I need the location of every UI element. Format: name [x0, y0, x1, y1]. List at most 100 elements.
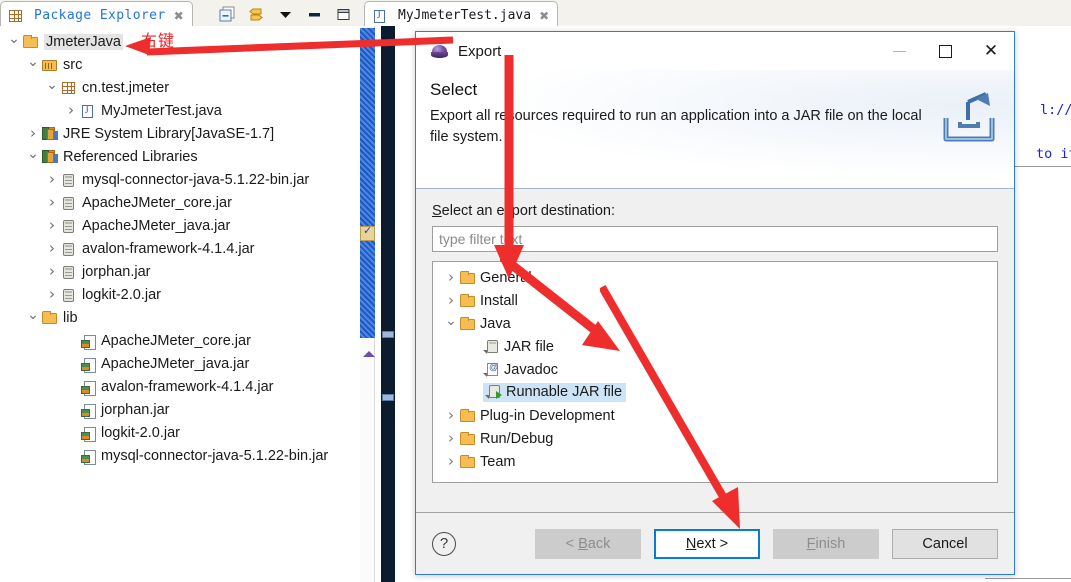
finish-button[interactable]: Finish [773, 528, 879, 559]
export-tree-item-javadoc[interactable]: Javadoc [437, 358, 995, 381]
tree-item-logkit-2-0-jar[interactable]: logkit-2.0.jar [0, 421, 345, 444]
chevron-down-icon[interactable] [25, 311, 41, 325]
export-tree-item-run-debug[interactable]: Run/Debug [437, 427, 995, 450]
tab-package-explorer-label: Package Explorer [34, 8, 166, 23]
dialog-heading: Select [430, 80, 478, 99]
tree-item-src[interactable]: src [0, 53, 345, 76]
next-button[interactable]: Next > [654, 528, 760, 559]
tree-item-logkit-2-0-jar[interactable]: logkit-2.0.jar [0, 283, 345, 306]
next-button-label: Next > [685, 535, 729, 552]
jar-icon [60, 172, 78, 188]
folder-icon [459, 408, 477, 424]
maximize-icon[interactable] [335, 6, 352, 23]
chevron-right-icon[interactable] [63, 103, 79, 118]
tree-item-jorphan-jar[interactable]: jorphan.jar [0, 260, 345, 283]
link-with-editor-icon[interactable] [248, 6, 265, 23]
chevron-down-icon[interactable] [44, 81, 60, 95]
help-button[interactable]: ? [432, 531, 456, 556]
tree-item-cn-test-jmeter[interactable]: cn.test.jmeter [0, 76, 345, 99]
chevron-down-icon[interactable] [6, 35, 22, 49]
export-tree-item-label: Team [480, 453, 516, 470]
chevron-right-icon[interactable] [443, 454, 459, 469]
export-dialog: Export ✕ Select Export all resources req… [415, 31, 1015, 575]
back-button[interactable]: < Back [535, 528, 641, 559]
tree-item-content: Team [459, 454, 515, 470]
close-icon[interactable]: ✖ [174, 9, 184, 23]
chevron-right-icon[interactable] [443, 270, 459, 285]
tree-item-avalon-framework-4-1-4-jar[interactable]: avalon-framework-4.1.4.jar [0, 237, 345, 260]
tab-myjmetertest-java-label: MyJmeterTest.java [398, 8, 532, 23]
tree-item-content: Run/Debug [459, 431, 553, 447]
tree-item-avalon-framework-4-1-4-jar[interactable]: avalon-framework-4.1.4.jar [0, 375, 345, 398]
close-button[interactable]: ✕ [968, 32, 1014, 70]
tab-package-explorer[interactable]: Package Explorer ✖ [0, 1, 193, 26]
jar-icon [60, 218, 78, 234]
export-tree-item-java[interactable]: Java [437, 312, 995, 335]
dialog-footer: ? < Back Next > Finish Cancel [416, 512, 1014, 574]
chevron-down-icon[interactable] [25, 150, 41, 164]
tree-item-apachejmeter-java-jar[interactable]: ApacheJMeter_java.jar [0, 352, 345, 375]
folder-icon [459, 454, 477, 470]
export-destination-tree[interactable]: General Install Java JAR file Javadoc Runnabl… [432, 261, 998, 483]
tree-item-myjmetertest-java[interactable]: MyJmeterTest.java [0, 99, 345, 122]
package-explorer-tree[interactable]: JmeterJava src cn.test.jmeter MyJmeterTest.… [0, 26, 345, 582]
folder-icon [459, 316, 477, 332]
export-tree-item-jar-file[interactable]: JAR file [437, 335, 995, 358]
chevron-right-icon[interactable] [443, 293, 459, 308]
chevron-right-icon[interactable] [44, 264, 60, 279]
minimize-button[interactable] [876, 32, 922, 70]
chevron-down-icon[interactable] [25, 58, 41, 72]
tree-item-apachejmeter-core-jar[interactable]: ApacheJMeter_core.jar [0, 191, 345, 214]
editor-overview-ruler[interactable] [381, 26, 395, 582]
library-icon [41, 149, 59, 165]
dialog-titlebar[interactable]: Export ✕ [416, 32, 1014, 70]
export-tree-item-plug-in-development[interactable]: Plug-in Development [437, 404, 995, 427]
editor-task-marker-icon [360, 224, 375, 241]
filter-input[interactable]: type filter text [432, 226, 998, 252]
collapse-all-icon[interactable] [219, 6, 236, 23]
tree-item-content: Plug-in Development [459, 408, 615, 424]
export-tree-item-runnable-jar-file[interactable]: Runnable JAR file [437, 381, 995, 404]
tree-item-apachejmeter-java-jar[interactable]: ApacheJMeter_java.jar [0, 214, 345, 237]
chevron-right-icon[interactable] [44, 241, 60, 256]
tab-myjmetertest-java[interactable]: MyJmeterTest.java ✖ [364, 1, 559, 26]
close-icon: ✕ [983, 40, 999, 61]
tree-item-label: cn.test.jmeter [82, 79, 170, 96]
dialog-body: Select an export destination: type filte… [416, 189, 1014, 512]
tree-item-jre-system-library[interactable]: JRE System Library [JavaSE-1.7] [0, 122, 345, 145]
chevron-down-icon[interactable] [443, 317, 459, 331]
tree-item-apachejmeter-core-jar[interactable]: ApacheJMeter_core.jar [0, 329, 345, 352]
chevron-right-icon[interactable] [44, 218, 60, 233]
export-tree-item-label: Run/Debug [480, 430, 554, 447]
export-tree-item-team[interactable]: Team [437, 450, 995, 473]
tree-item-referenced-libraries[interactable]: Referenced Libraries [0, 145, 345, 168]
chevron-right-icon[interactable] [44, 287, 60, 302]
cancel-button[interactable]: Cancel [892, 528, 998, 559]
chevron-right-icon[interactable] [44, 172, 60, 187]
export-tree-item-install[interactable]: Install [437, 289, 995, 312]
tree-item-label: Referenced Libraries [63, 148, 198, 165]
tree-item-mysql-connector-java-5-1-22-bin-jar[interactable]: mysql-connector-java-5.1.22-bin.jar [0, 444, 345, 467]
tree-item-lib[interactable]: lib [0, 306, 345, 329]
jar-icon [60, 264, 78, 280]
export-tree-item-general[interactable]: General [437, 266, 995, 289]
tree-item-label: mysql-connector-java-5.1.22-bin.jar [101, 447, 329, 464]
tree-item-jorphan-jar[interactable]: jorphan.jar [0, 398, 345, 421]
javadoc-icon [483, 362, 501, 378]
minimize-icon[interactable] [306, 6, 323, 23]
view-menu-icon[interactable] [277, 6, 294, 23]
editor-scroll-up-icon[interactable] [363, 351, 375, 357]
export-tree-item-label: Java [480, 315, 511, 332]
package-explorer-view: Package Explorer ✖ ⌄ JmeterJava ⌄ src ⌄ … [0, 0, 356, 582]
jar-file-icon [79, 425, 97, 442]
tree-item-mysql-connector-java-5-1-22-bin-jar[interactable]: mysql-connector-java-5.1.22-bin.jar [0, 168, 345, 191]
tree-item-jmeterjava[interactable]: JmeterJava [0, 30, 345, 53]
close-icon[interactable]: ✖ [539, 9, 549, 23]
chevron-right-icon[interactable] [443, 408, 459, 423]
maximize-button[interactable] [922, 32, 968, 70]
package-explorer-toolbar [219, 4, 352, 24]
dialog-button-row: < Back Next > Finish Cancel [535, 528, 998, 559]
chevron-right-icon[interactable] [25, 126, 41, 141]
chevron-right-icon[interactable] [443, 431, 459, 446]
chevron-right-icon[interactable] [44, 195, 60, 210]
